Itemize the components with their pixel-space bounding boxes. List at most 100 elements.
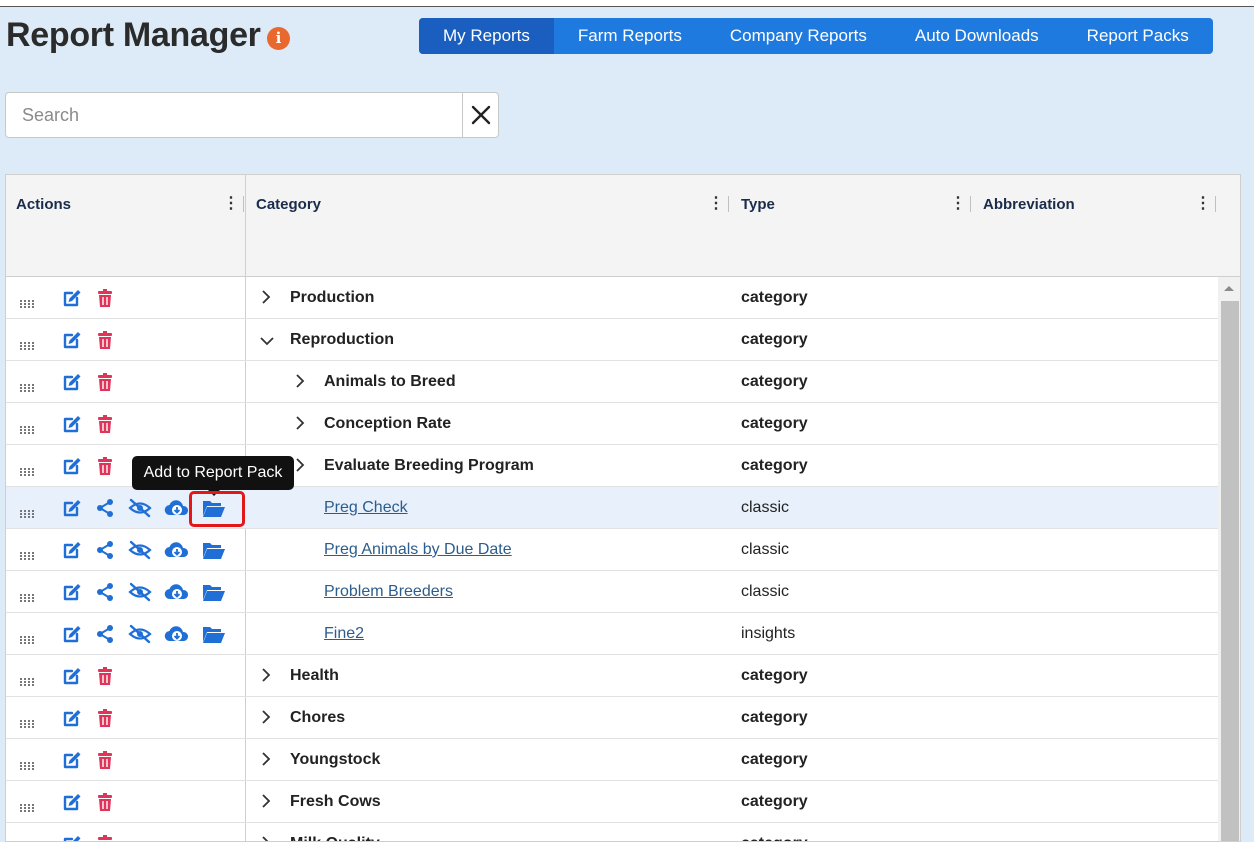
edit-icon[interactable] (62, 666, 82, 686)
trash-icon[interactable] (95, 666, 115, 686)
edit-icon[interactable] (62, 456, 82, 476)
column-separator[interactable] (728, 196, 729, 212)
drag-handle-icon[interactable] (20, 337, 34, 350)
column-header-abbreviation[interactable]: Abbreviation (983, 196, 1075, 213)
share-icon[interactable] (95, 624, 115, 644)
download-icon[interactable] (164, 498, 189, 518)
drag-handle-icon[interactable] (20, 547, 34, 560)
drag-handle-icon[interactable] (20, 631, 34, 644)
trash-icon[interactable] (95, 834, 115, 841)
share-icon[interactable] (95, 582, 115, 602)
clear-search-button[interactable] (462, 92, 499, 138)
chevron-right-icon[interactable] (294, 374, 306, 388)
folder-open-icon[interactable] (202, 582, 225, 602)
trash-icon[interactable] (95, 288, 115, 308)
drag-handle-icon[interactable] (20, 505, 34, 518)
share-icon[interactable] (95, 540, 115, 560)
chevron-right-icon[interactable] (260, 290, 272, 304)
edit-icon[interactable] (62, 750, 82, 770)
edit-icon[interactable] (62, 330, 82, 350)
scrollbar-thumb[interactable] (1221, 301, 1239, 841)
hide-icon[interactable] (128, 582, 152, 602)
column-menu-icon[interactable]: ⋮ (950, 195, 966, 213)
drag-handle-icon[interactable] (20, 379, 34, 392)
table-row[interactable]: Fine2 insights (6, 613, 1219, 655)
table-row[interactable]: Problem Breeders classic (6, 571, 1219, 613)
hide-icon[interactable] (128, 498, 152, 518)
column-separator[interactable] (1215, 196, 1216, 212)
edit-icon[interactable] (62, 792, 82, 812)
drag-handle-icon[interactable] (20, 715, 34, 728)
trash-icon[interactable] (95, 792, 115, 812)
download-icon[interactable] (164, 540, 189, 560)
table-row[interactable]: Production category (6, 277, 1219, 319)
table-row[interactable]: Preg Animals by Due Date classic (6, 529, 1219, 571)
hide-icon[interactable] (128, 624, 152, 644)
edit-icon[interactable] (62, 624, 82, 644)
column-separator[interactable] (970, 196, 971, 212)
trash-icon[interactable] (95, 330, 115, 350)
info-icon[interactable]: i (267, 27, 290, 50)
drag-handle-icon[interactable] (20, 421, 34, 434)
tab-auto-downloads[interactable]: Auto Downloads (891, 18, 1063, 54)
chevron-right-icon[interactable] (260, 794, 272, 808)
table-row[interactable]: Fresh Cows category (6, 781, 1219, 823)
chevron-right-icon[interactable] (294, 416, 306, 430)
chevron-right-icon[interactable] (294, 458, 306, 472)
edit-icon[interactable] (62, 540, 82, 560)
column-header-category[interactable]: Category (256, 196, 321, 213)
edit-icon[interactable] (62, 498, 82, 518)
table-row[interactable]: Milk Quality category (6, 823, 1219, 841)
table-row[interactable]: Health category (6, 655, 1219, 697)
tab-farm-reports[interactable]: Farm Reports (554, 18, 706, 54)
trash-icon[interactable] (95, 456, 115, 476)
report-link[interactable]: Preg Animals by Due Date (324, 541, 512, 559)
chevron-right-icon[interactable] (260, 836, 272, 841)
trash-icon[interactable] (95, 414, 115, 434)
trash-icon[interactable] (95, 750, 115, 770)
report-link[interactable]: Preg Check (324, 499, 408, 517)
drag-handle-icon[interactable] (20, 295, 34, 308)
drag-handle-icon[interactable] (20, 799, 34, 812)
hide-icon[interactable] (128, 540, 152, 560)
edit-icon[interactable] (62, 414, 82, 434)
drag-handle-icon[interactable] (20, 589, 34, 602)
download-icon[interactable] (164, 624, 189, 644)
column-menu-icon[interactable]: ⋮ (1195, 195, 1211, 213)
drag-handle-icon[interactable] (20, 757, 34, 770)
chevron-right-icon[interactable] (260, 668, 272, 682)
table-row[interactable]: Youngstock category (6, 739, 1219, 781)
column-header-type[interactable]: Type (741, 196, 775, 213)
table-row[interactable]: Preg Check classic (6, 487, 1219, 529)
table-row[interactable]: Chores category (6, 697, 1219, 739)
column-header-actions[interactable]: Actions (16, 196, 71, 213)
download-icon[interactable] (164, 582, 189, 602)
table-row[interactable]: Animals to Breed category (6, 361, 1219, 403)
edit-icon[interactable] (62, 582, 82, 602)
scroll-up-arrow-icon[interactable] (1223, 284, 1235, 292)
edit-icon[interactable] (62, 372, 82, 392)
chevron-down-icon[interactable] (260, 334, 274, 348)
chevron-right-icon[interactable] (260, 752, 272, 766)
column-menu-icon[interactable]: ⋮ (708, 195, 724, 213)
tab-my-reports[interactable]: My Reports (419, 18, 554, 54)
drag-handle-icon[interactable] (20, 673, 34, 686)
drag-handle-icon[interactable] (20, 463, 34, 476)
column-menu-icon[interactable]: ⋮ (223, 195, 239, 213)
share-icon[interactable] (95, 498, 115, 518)
trash-icon[interactable] (95, 708, 115, 728)
tab-company-reports[interactable]: Company Reports (706, 18, 891, 54)
table-row[interactable]: Conception Rate category (6, 403, 1219, 445)
trash-icon[interactable] (95, 372, 115, 392)
report-link[interactable]: Problem Breeders (324, 583, 453, 601)
chevron-right-icon[interactable] (260, 710, 272, 724)
column-separator[interactable] (243, 196, 244, 212)
report-link[interactable]: Fine2 (324, 625, 364, 643)
tab-report-packs[interactable]: Report Packs (1063, 18, 1213, 54)
table-row[interactable]: Reproduction category (6, 319, 1219, 361)
edit-icon[interactable] (62, 288, 82, 308)
folder-open-icon[interactable] (202, 624, 225, 644)
edit-icon[interactable] (62, 834, 82, 841)
folder-open-icon[interactable] (202, 540, 225, 560)
edit-icon[interactable] (62, 708, 82, 728)
